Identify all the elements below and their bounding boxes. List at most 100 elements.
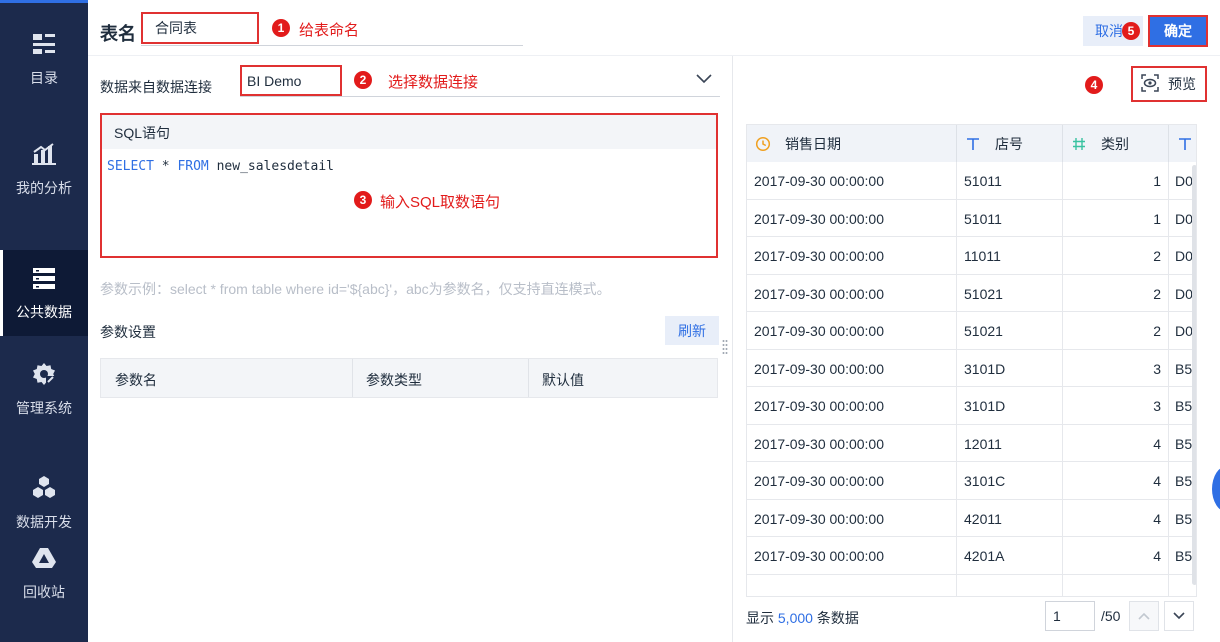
grid-cell-store-no: 12011 — [957, 424, 1063, 462]
text-type-icon — [1177, 136, 1193, 152]
grid-col-sale-date[interactable]: 销售日期 — [747, 125, 957, 162]
sql-keyword-select: SELECT — [107, 159, 154, 174]
sidebar-item-catalog[interactable]: 目录 — [0, 16, 88, 102]
param-col-type: 参数类型 — [366, 372, 422, 388]
gear-icon — [30, 360, 58, 388]
table-name-label: 表名 — [100, 24, 136, 44]
table-row: 2017-09-30 00:00:00 51011 1 D0 — [747, 199, 1196, 237]
step-badge-4: 4 — [1085, 76, 1103, 94]
sidebar-item-label: 我的分析 — [16, 180, 72, 196]
step-badge-5: 5 — [1122, 22, 1140, 40]
row-count-summary: 显示 5,000 条数据 — [746, 608, 859, 628]
table-name-input[interactable] — [143, 14, 257, 42]
page-total: /50 — [1101, 608, 1121, 624]
grid-cell-store-no: 51011 — [957, 162, 1063, 199]
table-row: 2017-09-30 00:00:00 42011 4 B5 — [747, 499, 1196, 537]
page-number-input[interactable] — [1045, 601, 1095, 631]
step-badge-1: 1 — [272, 19, 290, 37]
grid-col-label: 销售日期 — [785, 135, 841, 152]
prev-page-button[interactable] — [1129, 601, 1159, 631]
grid-col-label: 店号 — [995, 135, 1023, 152]
grid-col-store-no[interactable]: 店号 — [957, 125, 1063, 162]
grid-col-category[interactable]: 类别 — [1063, 125, 1169, 162]
cube-icon — [30, 474, 58, 502]
sidebar-accent-line — [0, 0, 88, 3]
sidebar-item-label: 管理系统 — [16, 400, 72, 416]
next-page-button[interactable] — [1164, 601, 1194, 631]
grid-cell-category: 3 — [1063, 387, 1169, 424]
sidebar-item-my-analysis[interactable]: 我的分析 — [0, 126, 88, 212]
sidebar: 目录 我的分析 公共数据 管理系统 数据开发 回收站 — [0, 0, 88, 642]
sidebar-item-recycle-bin[interactable]: 回收站 — [0, 530, 88, 616]
grid-cell-category: 4 — [1063, 424, 1169, 462]
text-type-icon — [965, 136, 981, 152]
grid-cell-category: 4 — [1063, 537, 1169, 574]
catalog-icon — [30, 30, 58, 58]
grid-cell-sale-date: 2017-09-30 00:00:00 — [747, 199, 957, 237]
row-count-prefix: 显示 — [746, 610, 778, 626]
preview-button[interactable]: 预览 — [1131, 66, 1207, 102]
grid-cell-store-no: 51021 — [957, 274, 1063, 312]
sql-config-panel: 数据来自数据连接 BI Demo 2 选择数据连接 SQL语句 SELECT *… — [88, 56, 733, 642]
chevron-down-icon[interactable] — [694, 72, 714, 86]
row-count-suffix: 条数据 — [812, 610, 859, 626]
grid-header: 销售日期 店号 类别 — [747, 125, 1196, 162]
annotation-select-connection: 选择数据连接 — [388, 74, 479, 91]
top-bar: 表名 1 给表命名 取消 5 确定 — [88, 0, 1220, 56]
grid-cell-category: 2 — [1063, 312, 1169, 349]
preview-panel: 4 预览 销售日期 店号 类别 2017-09-30 00:00:00 5101… — [734, 56, 1220, 642]
grid-cell-category: 2 — [1063, 237, 1169, 274]
sidebar-item-public-data[interactable]: 公共数据 — [0, 250, 88, 336]
refresh-button[interactable]: 刷新 — [665, 316, 719, 345]
grid-cell-category: 2 — [1063, 274, 1169, 312]
table-row — [747, 574, 1196, 596]
data-connection-underline — [240, 96, 720, 97]
grid-cell-sale-date: 2017-09-30 00:00:00 — [747, 162, 957, 199]
sql-editor-header: SQL语句 — [102, 115, 716, 149]
sql-keyword-from: FROM — [177, 159, 209, 174]
grid-cell-sale-date: 2017-09-30 00:00:00 — [747, 237, 957, 274]
grid-cell-store-no: 3101C — [957, 462, 1063, 499]
grid-cell-sale-date: 2017-09-30 00:00:00 — [747, 349, 957, 387]
table-row: 2017-09-30 00:00:00 3101D 3 B5 — [747, 387, 1196, 425]
preview-data-grid: 销售日期 店号 类别 2017-09-30 00:00:00 51011 1 D… — [746, 124, 1197, 597]
grid-cell-store-no: 42011 — [957, 499, 1063, 537]
data-source-label: 数据来自数据连接 — [100, 79, 212, 95]
table-row: 2017-09-30 00:00:00 4201A 4 B5 — [747, 537, 1196, 575]
recycle-icon — [30, 544, 58, 572]
grid-cell-category — [1063, 574, 1169, 596]
sql-editor[interactable]: SQL语句 SELECT * FROM new_salesdetail — [100, 113, 718, 258]
grid-cell-sale-date: 2017-09-30 00:00:00 — [747, 312, 957, 349]
sql-table-name: new_salesdetail — [208, 159, 334, 174]
grid-cell-store-no — [957, 574, 1063, 596]
data-connection-select[interactable]: BI Demo — [240, 65, 342, 96]
table-row: 2017-09-30 00:00:00 3101C 4 B5 — [747, 462, 1196, 500]
grid-cell-category: 4 — [1063, 499, 1169, 537]
vertical-scrollbar[interactable] — [1192, 165, 1196, 585]
param-table-header: 参数名 参数类型 默认值 — [100, 358, 718, 398]
confirm-button[interactable]: 确定 — [1148, 15, 1208, 47]
sql-star: * — [153, 159, 178, 174]
table-name-underline — [141, 45, 523, 46]
grid-cell-store-no: 4201A — [957, 537, 1063, 574]
step-badge-3: 3 — [354, 191, 372, 209]
table-row: 2017-09-30 00:00:00 12011 4 B5 — [747, 424, 1196, 462]
table-row: 2017-09-30 00:00:00 51021 2 D0 — [747, 312, 1196, 350]
number-type-icon — [1071, 136, 1087, 152]
chevron-up-icon — [1137, 608, 1151, 624]
sql-code[interactable]: SELECT * FROM new_salesdetail — [102, 149, 716, 174]
grid-cell-sale-date: 2017-09-30 00:00:00 — [747, 462, 957, 499]
grid-cell-category: 1 — [1063, 199, 1169, 237]
grid-cell-sale-date: 2017-09-30 00:00:00 — [747, 537, 957, 574]
table-row: 2017-09-30 00:00:00 11011 2 D0 — [747, 237, 1196, 275]
annotation-input-sql: 输入SQL取数语句 — [380, 194, 501, 211]
sidebar-item-management[interactable]: 管理系统 — [0, 346, 88, 432]
grid-cell-store-no: 11011 — [957, 237, 1063, 274]
panel-resize-handle[interactable] — [722, 339, 728, 357]
grid-col-extra[interactable] — [1169, 125, 1196, 162]
param-settings-title: 参数设置 — [100, 324, 156, 340]
grid-col-label: 类别 — [1101, 135, 1129, 152]
annotation-name-table: 给表命名 — [299, 22, 360, 39]
param-col-name: 参数名 — [115, 372, 157, 388]
grid-cell-category: 1 — [1063, 162, 1169, 199]
